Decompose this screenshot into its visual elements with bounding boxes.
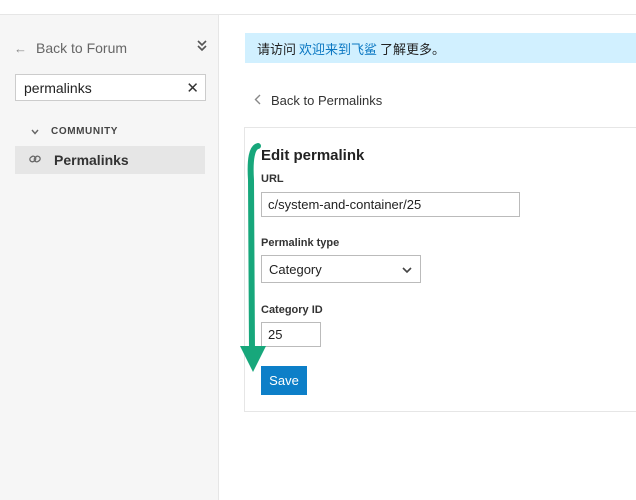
back-to-forum-label: Back to Forum — [36, 40, 128, 56]
top-header — [0, 0, 636, 15]
permalink-type-select[interactable]: Category — [261, 255, 421, 283]
notice-banner: 请访问 欢迎来到飞鲨 了解更多。 — [245, 33, 636, 63]
edit-permalink-form: Edit permalink URL Permalink type Catego… — [244, 127, 636, 412]
category-id-label: Category ID — [261, 304, 323, 316]
save-button[interactable]: Save — [261, 366, 307, 395]
sidebar-search: ✕ — [15, 74, 206, 101]
admin-sidebar: ← Back to Forum ✕ COMMUNITY Permalinks — [0, 15, 219, 500]
back-to-permalinks-link[interactable]: Back to Permalinks — [254, 93, 382, 108]
sidebar-search-input[interactable] — [16, 75, 181, 100]
sidebar-section-label: COMMUNITY — [51, 126, 119, 137]
chevron-left-icon — [254, 93, 261, 108]
notice-link[interactable]: 欢迎来到飞鲨 — [299, 39, 377, 58]
close-icon[interactable]: ✕ — [186, 79, 199, 97]
chevron-down-icon — [402, 263, 412, 274]
permalink-type-value: Category — [269, 261, 322, 277]
double-chevron-icon[interactable] — [197, 40, 207, 55]
sidebar-section-community[interactable]: COMMUNITY — [31, 126, 118, 137]
link-icon — [29, 154, 41, 167]
arrow-left-icon: ← — [14, 40, 27, 56]
sidebar-item-permalinks[interactable]: Permalinks — [15, 146, 205, 174]
permalink-type-label: Permalink type — [261, 237, 340, 249]
chevron-down-icon — [31, 127, 39, 137]
form-title: Edit permalink — [261, 147, 365, 164]
site-logo[interactable] — [58, 0, 84, 4]
back-to-permalinks-label: Back to Permalinks — [271, 93, 383, 108]
category-id-input[interactable] — [261, 322, 321, 347]
notice-suffix: 了解更多。 — [380, 41, 446, 57]
url-input[interactable] — [261, 192, 520, 217]
sidebar-item-label: Permalinks — [54, 152, 129, 168]
url-label: URL — [261, 173, 284, 185]
back-to-forum-link[interactable]: ← Back to Forum — [14, 39, 207, 57]
notice-prefix: 请访问 — [257, 41, 297, 57]
